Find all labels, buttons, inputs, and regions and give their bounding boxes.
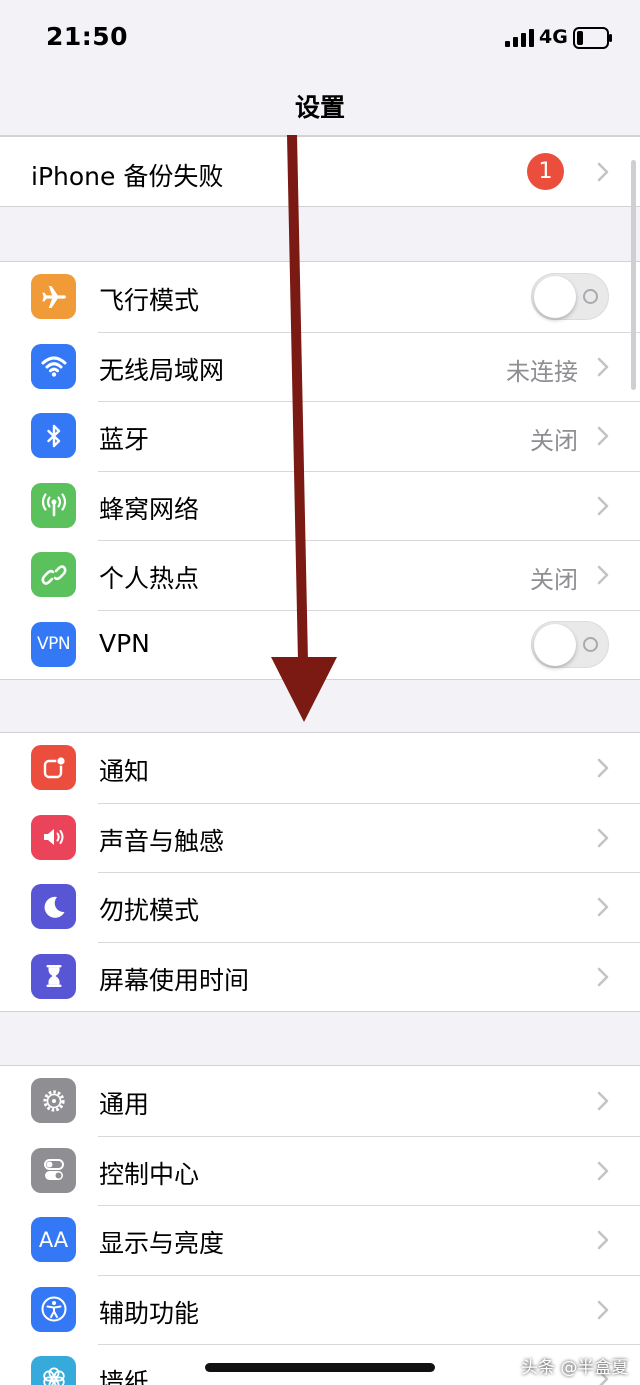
accessibility-icon — [31, 1286, 76, 1332]
text-size-icon-text: AA — [38, 1227, 69, 1252]
notifications-icon — [31, 745, 76, 790]
moon-icon — [31, 884, 76, 929]
airplane-icon — [31, 274, 76, 319]
cellular-antenna-icon — [31, 482, 76, 528]
personal-hotspot-row[interactable]: 个人热点 关闭 — [0, 540, 640, 610]
do-not-disturb-label: 勿扰模式 — [99, 896, 200, 925]
chevron-right-icon — [597, 1091, 609, 1111]
personal-hotspot-label: 个人热点 — [99, 564, 200, 593]
sounds-haptics-row[interactable]: 声音与触感 — [0, 802, 640, 873]
chevron-right-icon — [597, 1161, 609, 1180]
notification-badge: 1 — [527, 153, 564, 190]
accessibility-label: 辅助功能 — [99, 1298, 200, 1328]
notifications-group: 通知 声音与触感 勿扰模式 屏幕使用时间 — [0, 732, 640, 1012]
scroll-indicator[interactable] — [631, 160, 636, 390]
chevron-right-icon — [597, 1300, 609, 1319]
wallpaper-label: 墙纸 — [99, 1368, 150, 1385]
chevron-right-icon — [597, 565, 609, 585]
sounds-haptics-label: 声音与触感 — [99, 826, 225, 856]
page-title: 设置 — [294, 93, 345, 122]
bluetooth-label: 蓝牙 — [99, 425, 150, 454]
hotspot-chain-icon — [31, 552, 76, 597]
connectivity-group: 飞行模式 无线局域网 未连接 蓝牙 关闭 蜂窝网络 个人热点 关闭 VPN VP… — [0, 261, 640, 680]
gear-icon — [31, 1078, 76, 1123]
notifications-row[interactable]: 通知 — [0, 733, 640, 803]
backup-failed-label: iPhone 备份失败 — [31, 162, 224, 191]
airplane-mode-label: 飞行模式 — [99, 286, 200, 315]
control-center-label: 控制中心 — [99, 1159, 200, 1189]
chevron-right-icon — [597, 1230, 609, 1250]
chevron-right-icon — [597, 897, 609, 917]
vpn-toggle[interactable] — [531, 620, 609, 668]
network-type-label: 4G — [539, 26, 568, 48]
display-brightness-label: 显示与亮度 — [99, 1229, 225, 1258]
personal-hotspot-status-value: 关闭 — [530, 566, 578, 594]
chevron-right-icon — [597, 162, 609, 182]
notifications-label: 通知 — [99, 757, 150, 786]
vpn-icon: VPN — [31, 621, 76, 667]
chevron-right-icon — [597, 426, 609, 446]
backup-group: iPhone 备份失败 1 — [0, 136, 640, 207]
toggles-icon — [31, 1147, 76, 1193]
bluetooth-status-value: 关闭 — [530, 427, 578, 455]
vpn-row[interactable]: VPN VPN — [0, 609, 640, 680]
wifi-label: 无线局域网 — [99, 355, 225, 385]
general-row[interactable]: 通用 — [0, 1066, 640, 1136]
status-time: 21:50 — [46, 22, 129, 51]
vpn-icon-text: VPN — [36, 634, 71, 654]
text-size-icon: AA — [31, 1217, 76, 1262]
chevron-right-icon — [597, 967, 609, 986]
toggle-knob — [534, 623, 576, 666]
accessibility-row[interactable]: 辅助功能 — [0, 1274, 640, 1345]
settings-screen: 21:50 4G 设置 iPhone 备份失败 1 飞行模式 无线局域网 未连接… — [0, 0, 640, 1385]
battery-icon — [573, 27, 612, 49]
backup-failed-row[interactable]: iPhone 备份失败 1 — [0, 137, 640, 206]
chevron-right-icon — [597, 828, 609, 847]
wifi-status-value: 未连接 — [506, 357, 578, 386]
home-indicator[interactable] — [205, 1363, 435, 1372]
cellular-row[interactable]: 蜂窝网络 — [0, 470, 640, 541]
cellular-label: 蜂窝网络 — [99, 494, 200, 524]
status-bar: 21:50 4G — [0, 0, 640, 78]
control-center-row[interactable]: 控制中心 — [0, 1135, 640, 1206]
toggle-off-indicator — [583, 289, 598, 304]
vpn-label: VPN — [99, 628, 150, 658]
do-not-disturb-row[interactable]: 勿扰模式 — [0, 872, 640, 942]
screen-time-row[interactable]: 屏幕使用时间 — [0, 941, 640, 1012]
navigation-bar: 设置 — [0, 78, 640, 136]
general-label: 通用 — [99, 1090, 150, 1119]
airplane-mode-toggle[interactable] — [531, 273, 609, 320]
display-brightness-row[interactable]: AA 显示与亮度 — [0, 1205, 640, 1275]
toggle-off-indicator — [583, 636, 598, 652]
wifi-row[interactable]: 无线局域网 未连接 — [0, 331, 640, 402]
bluetooth-row[interactable]: 蓝牙 关闭 — [0, 401, 640, 471]
wifi-icon — [31, 343, 76, 389]
screen-time-label: 屏幕使用时间 — [99, 965, 250, 995]
toggle-knob — [534, 276, 576, 318]
bluetooth-icon — [31, 413, 76, 458]
flower-icon — [31, 1356, 76, 1385]
airplane-mode-row[interactable]: 飞行模式 — [0, 262, 640, 332]
chevron-right-icon — [597, 357, 609, 376]
hourglass-icon — [31, 953, 76, 999]
cellular-signal-icon — [505, 29, 534, 47]
chevron-right-icon — [597, 496, 609, 515]
watermark: 头条 @半盒夏 — [521, 1358, 629, 1378]
chevron-right-icon — [597, 758, 609, 778]
speaker-icon — [31, 814, 76, 860]
general-group: 通用 控制中心 AA 显示与亮度 辅助功能 墙纸 — [0, 1065, 640, 1385]
